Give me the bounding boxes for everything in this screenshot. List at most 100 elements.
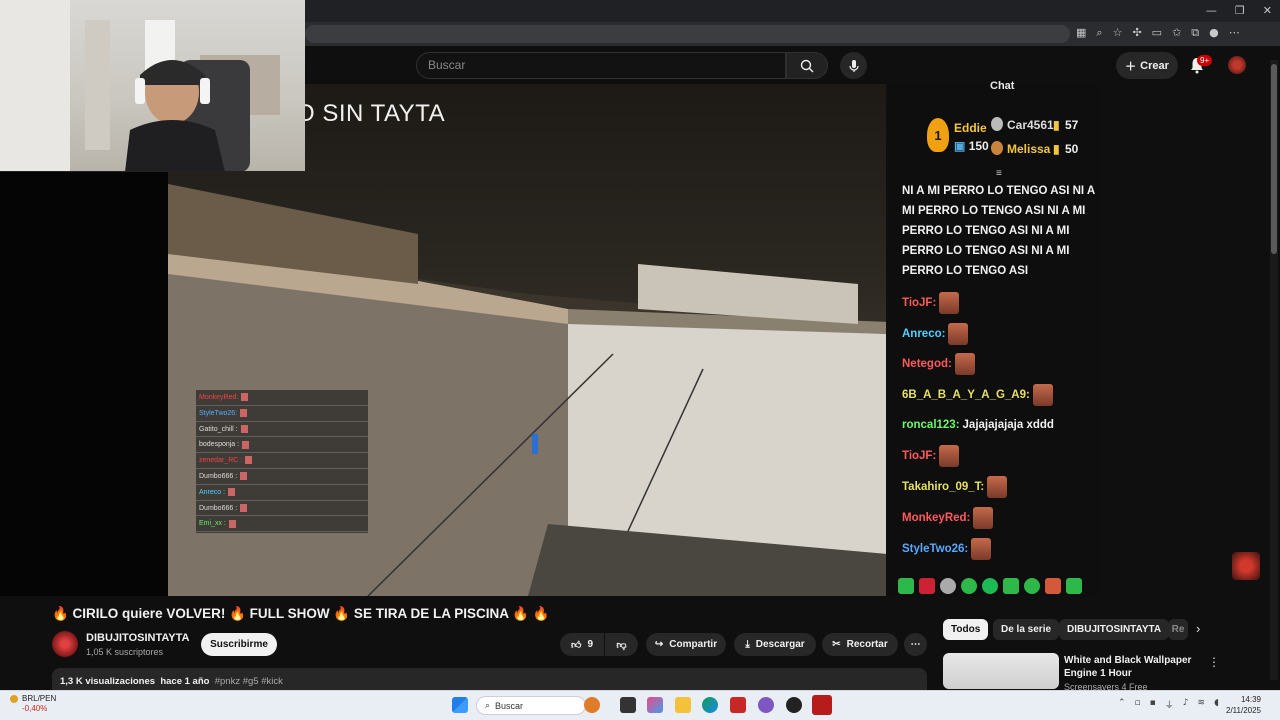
address-bar[interactable] [305,25,1070,43]
widget-icon[interactable] [584,697,600,713]
chat-username[interactable]: TioJF: [902,450,936,462]
system-tray: ⌃ ▫ ▪ ⏚ ♪ ≋ ◖ [1118,698,1219,711]
capcut-icon[interactable] [812,695,832,715]
tray-app-icon[interactable]: ▪ [1150,698,1156,711]
microphone-icon[interactable]: ♪ [1183,698,1189,711]
split-icon[interactable]: ▭ [1152,26,1162,40]
toolbar-icons: ▦ ⌕ ☆ ✣ ▭ ✩ ⧉ ● ⋯ [1076,26,1240,40]
taskbar-search[interactable]: ⌕ Buscar [476,696,586,715]
like-button[interactable]: 👍︎ 9 [560,633,604,656]
extension-icon[interactable]: ✣ [1132,26,1141,40]
clip-button[interactable]: ✂ Recortar [822,633,898,656]
emote-icon[interactable] [982,578,998,594]
chat-username[interactable]: TioJF: [902,297,936,309]
task-view-icon[interactable] [620,697,636,713]
apps-icon[interactable]: ▦ [1076,26,1086,40]
emote-icon[interactable] [919,578,935,594]
download-button[interactable]: ⤓ Descargar [734,633,816,656]
usb-icon[interactable]: ⏚ [1165,698,1174,711]
maximize-icon[interactable]: ❐ [1235,4,1245,17]
mini-chat-row: Gatito_chill : [196,422,368,438]
copilot-icon[interactable] [647,697,663,713]
channel-avatar[interactable] [52,631,78,657]
emote-icon[interactable] [1045,578,1061,594]
wps-icon[interactable] [730,697,746,713]
recommendation-thumbnail[interactable] [943,653,1059,689]
chat-message: Takahiro_09_T: [902,476,1102,507]
edge-icon[interactable] [702,697,718,713]
coin-icon: ▮ [1053,142,1060,156]
emote-icon[interactable] [1024,578,1040,594]
chat-username[interactable]: 6B_A_B_A_Y_A_G_A9: [902,389,1030,401]
thumbs-up-icon: 👍︎ [570,639,582,651]
mini-chat-user: Dumbo666 : [199,472,238,480]
plus-icon: ＋ [1125,60,1137,73]
more-actions-button[interactable]: ⋯ [904,633,927,656]
subscribe-button[interactable]: Suscribirme [201,633,277,656]
chat-message: TioJF: [902,445,1102,476]
coin-icon: ▮ [1053,118,1060,132]
emote-icon [240,503,248,512]
emote-icon [241,393,249,402]
windows-start-icon[interactable] [452,697,468,713]
chat-message: Netegod: [902,353,1102,384]
share-button[interactable]: ↪ Compartir [646,633,726,656]
chat-username[interactable]: Anreco: [902,328,945,340]
chat-username[interactable]: Takahiro_09_T: [902,481,984,493]
search-button[interactable] [786,52,828,79]
chat-username[interactable]: MonkeyRed: [902,512,970,524]
wifi-icon[interactable]: ≋ [1198,698,1206,711]
emote-icon [973,506,994,529]
tray-app-icon[interactable]: ▫ [1135,698,1141,711]
star-icon[interactable]: ☆ [1113,26,1123,40]
floating-avatar[interactable] [1232,552,1260,580]
chat-header: Chat [990,80,1015,92]
zoom-icon[interactable]: ⌕ [1096,26,1102,40]
expand-icon[interactable]: ≡ [996,168,1002,179]
recommendation-title[interactable]: White and Black Wallpaper Engine 1 Hour [1064,654,1204,680]
dislike-button[interactable]: 👎︎ [605,633,638,656]
stock-widget[interactable]: BRL/PEN -0,40% [10,694,56,714]
emote-icon[interactable] [1066,578,1082,594]
mini-chat-row: Emi_xx : [196,516,368,533]
chip-related[interactable]: Re [1168,619,1188,640]
minimize-icon[interactable]: — [1206,4,1217,17]
close-icon[interactable]: ✕ [1263,4,1272,17]
voice-search-button[interactable] [840,52,867,79]
taskbar-clock[interactable]: 14:39 2/11/2025 [1226,694,1261,716]
mini-chat-user: zenedar_RC : [199,457,243,465]
chat-username[interactable]: StyleTwo26: [902,543,968,555]
stock-icon [10,695,18,703]
emote-icon[interactable] [961,578,977,594]
chat-message-spam: NI A MI PERRO LO TENGO ASI NI A MI PERRO… [902,185,1095,277]
emote-icon [939,292,960,314]
chevron-up-icon[interactable]: ⌃ [1118,698,1126,711]
channel-name[interactable]: DIBUJITOSINTAYTA [86,632,190,644]
account-avatar[interactable] [1228,56,1246,74]
emote-icon[interactable] [898,578,914,594]
emote-icon[interactable] [940,578,956,594]
volume-icon[interactable]: ◖ [1214,698,1219,711]
chat-username[interactable]: roncal123: [902,419,960,431]
mini-chat-user: StyleTwo26: [199,409,238,417]
profile-icon[interactable]: ● [1209,26,1219,40]
chip-channel[interactable]: DIBUJITOSINTAYTA [1059,619,1170,640]
emote-icon[interactable] [1003,578,1019,594]
scrollbar-thumb[interactable] [1271,64,1277,254]
mini-chat-row: zenedar_RC : [196,453,368,469]
chat-username[interactable]: Netegod: [902,358,952,370]
collections-icon[interactable]: ⧉ [1191,26,1199,40]
chip-from-series[interactable]: De la serie [993,619,1060,640]
app-icon[interactable] [786,697,802,713]
subscriber-count: 1,05 K suscriptores [86,647,164,657]
chip-all[interactable]: Todos [943,619,989,640]
messenger-icon[interactable] [758,697,774,713]
menu-dots-icon[interactable]: ⋯ [1229,26,1240,40]
create-button[interactable]: ＋ Crear [1116,52,1178,79]
search-input[interactable] [416,52,786,79]
more-vert-icon[interactable]: ⋮ [1208,655,1220,669]
favorites-icon[interactable]: ✩ [1172,26,1181,40]
emote-icon [242,440,250,449]
chevron-right-icon[interactable]: › [1196,621,1200,636]
file-explorer-icon[interactable] [675,697,691,713]
